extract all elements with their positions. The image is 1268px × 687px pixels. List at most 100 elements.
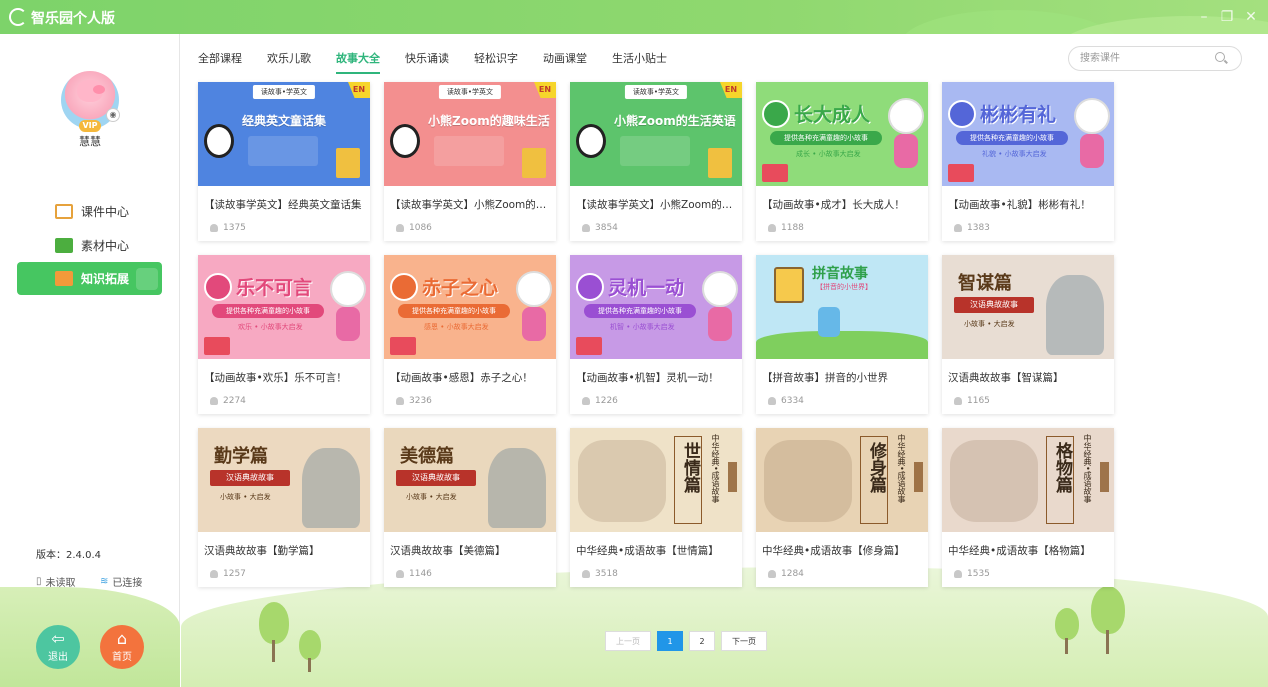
view-count-value: 1086 [409,223,432,233]
course-card[interactable]: 读故事•学英文 EN 经典英文童话集 【读故事学英文】经典英文童话集 1375 [198,82,370,241]
character-illustration [516,271,552,307]
camera-icon[interactable]: ◉ [106,108,120,122]
character-body [336,307,360,341]
user-icon [768,397,776,405]
logout-button[interactable]: ⇦ 退出 [36,625,80,669]
course-card[interactable]: 美德篇 汉语典故故事 小故事 • 大启发 汉语典故故事【美德篇】 1146 [384,428,556,587]
course-card[interactable]: 格物篇 中华经典•成语故事 中华经典•成语故事【格物篇】 1535 [942,428,1114,587]
thumbnail-title: 小熊Zoom的趣味生活 [428,114,550,128]
tab-animation[interactable]: 动画课堂 [543,50,587,74]
view-count: 2274 [210,396,246,406]
logout-icon: ⇦ [51,629,65,648]
letter-board [774,267,804,303]
close-icon[interactable]: ✕ [1242,8,1260,26]
character-illustration [702,271,738,307]
course-card[interactable]: 读故事•学英文 EN 小熊Zoom的趣味生活【读故事学英文】小熊Zoom的趣味生活 1… [384,82,556,241]
view-count: 3236 [396,396,432,406]
course-thumbnail: 美德篇 汉语典故故事 小故事 • 大启发 [384,428,556,532]
course-card[interactable]: 灵机一动 提供各种充满童趣的小故事 机智 • 小故事大启发 【动画故事•机智】灵机一动… [570,255,742,414]
course-title: 中华经典•成语故事【格物篇】 [948,545,1091,557]
tab-stories[interactable]: 故事大全 [336,50,380,74]
course-card[interactable]: 拼音故事 【拼音的小世界】 【拼音故事】拼音的小世界 6334 [756,255,928,414]
thumbnail-subtitle: 提供各种充满童趣的小故事 [584,304,696,318]
panda-illustration [390,124,420,158]
view-count-value: 3236 [409,396,432,406]
thumbnail-tag: 读故事•学英文 [438,85,502,99]
thumbnail-title: 赤子之心 [422,277,499,299]
thumbnail-title: 勤学篇 [214,446,268,467]
thumbnail-title: 美德篇 [400,446,454,467]
tab-life-tips[interactable]: 生活小贴士 [612,50,667,74]
view-count: 1284 [768,569,804,579]
books-illustration [204,337,230,355]
usb-icon: ▯ [36,576,42,587]
course-title: 汉语典故故事【智谋篇】 [948,372,1064,384]
thumbnail-title: 经典英文童话集 [242,114,327,128]
course-title: 汉语典故故事【勤学篇】 [204,545,320,557]
books-illustration [762,164,788,182]
story-badge [204,273,232,301]
course-card[interactable]: 赤子之心 提供各种充满童趣的小故事 感恩 • 小故事大启发 【动画故事•感恩】赤子之心… [384,255,556,414]
course-title: 【读故事学英文】经典英文童话集 [204,199,362,211]
folder-icon [55,238,73,253]
view-count: 1188 [768,223,804,233]
course-thumbnail: 读故事•学英文 EN 小熊Zoom的生活英语 [570,82,742,186]
course-card[interactable]: 彬彬有礼 提供各种充满童趣的小故事 礼貌 • 小故事大启发 【动画故事•礼貌】彬彬有礼… [942,82,1114,241]
home-button[interactable]: ⌂ 首页 [100,625,144,669]
course-card[interactable]: 长大成人 提供各种充满童趣的小故事 成长 • 小故事大启发 【动画故事•成才】长大成人… [756,82,928,241]
course-card[interactable]: 修身篇 中华经典•成语故事 中华经典•成语故事【修身篇】 1284 [756,428,928,587]
view-count-value: 1188 [781,223,804,233]
sidebar-hill-decoration [0,587,180,687]
thumbnail-title: 小熊Zoom的生活英语 [614,114,736,128]
view-count-value: 1165 [967,396,990,406]
sidebar-item-materials[interactable]: 素材中心 [17,229,162,262]
robot-illustration [818,307,840,337]
thumbnail-footer: 欢乐 • 小故事大启发 [238,323,303,331]
view-count: 3518 [582,569,618,579]
tab-literacy[interactable]: 轻松识字 [474,50,518,74]
course-card[interactable]: 读故事•学英文 EN 小熊Zoom的生活英语【读故事学英文】小熊Zoom的生活英语 3… [570,82,742,241]
character-illustration [1074,98,1110,134]
story-badge [762,100,790,128]
thumbnail-subtitle: 提供各种充满童趣的小故事 [398,304,510,318]
course-thumbnail: 读故事•学英文 EN 小熊Zoom的趣味生活 [384,82,556,186]
thumbnail-footer: 小故事 • 大启发 [406,493,457,501]
course-card[interactable]: 乐不可言 提供各种充满童趣的小故事 欢乐 • 小故事大启发 【动画故事•欢乐】乐不可言… [198,255,370,414]
search-icon[interactable] [1215,52,1225,62]
thumbnail-subtitle: 中华经典•成语故事 [1083,434,1092,503]
tab-all-courses[interactable]: 全部课程 [198,50,242,74]
course-card[interactable]: 世情篇 中华经典•成语故事 中华经典•成语故事【世情篇】 3518 [570,428,742,587]
page-2-button[interactable]: 2 [689,631,715,651]
thumbnail-title: 长大成人 [794,104,871,126]
minimize-icon[interactable]: – [1195,8,1213,26]
course-card[interactable]: 智谋篇 汉语典故故事 小故事 • 大启发汉语典故故事【智谋篇】 1165 [942,255,1114,414]
course-title: 汉语典故故事【美德篇】 [390,545,506,557]
user-icon [954,397,962,405]
course-title: 【动画故事•感恩】赤子之心！ [390,372,533,384]
maximize-icon[interactable]: ❐ [1218,8,1236,26]
sidebar-item-courseware[interactable]: 课件中心 [17,195,162,228]
tab-recitation[interactable]: 快乐诵读 [405,50,449,74]
character-body [522,307,546,341]
course-thumbnail: 智谋篇 汉语典故故事 小故事 • 大启发 [942,255,1114,359]
view-count: 1375 [210,223,246,233]
course-card[interactable]: 勤学篇 汉语典故故事 小故事 • 大启发 汉语典故故事【勤学篇】 1257 [198,428,370,587]
panda-illustration [576,124,606,158]
panda-illustration [204,124,234,158]
course-title: 【动画故事•礼貌】彬彬有礼！ [948,199,1091,211]
character-body [708,307,732,341]
next-page-button[interactable]: 下一页 [721,631,767,651]
view-count: 3854 [582,223,618,233]
view-count: 1165 [954,396,990,406]
course-thumbnail: 赤子之心 提供各种充满童趣的小故事 感恩 • 小故事大启发 [384,255,556,359]
thumbnail-subtitle: 汉语典故故事 [210,470,290,486]
sidebar-item-knowledge[interactable]: 知识拓展 [17,262,162,295]
view-count-value: 1535 [967,569,990,579]
tab-songs[interactable]: 欢乐儿歌 [267,50,311,74]
course-thumbnail: 世情篇 中华经典•成语故事 [570,428,742,532]
user-icon [582,224,590,232]
view-count: 1226 [582,396,618,406]
sidebar-item-label: 素材中心 [81,239,130,253]
page-1-button[interactable]: 1 [657,631,683,651]
prev-page-button[interactable]: 上一页 [605,631,651,651]
